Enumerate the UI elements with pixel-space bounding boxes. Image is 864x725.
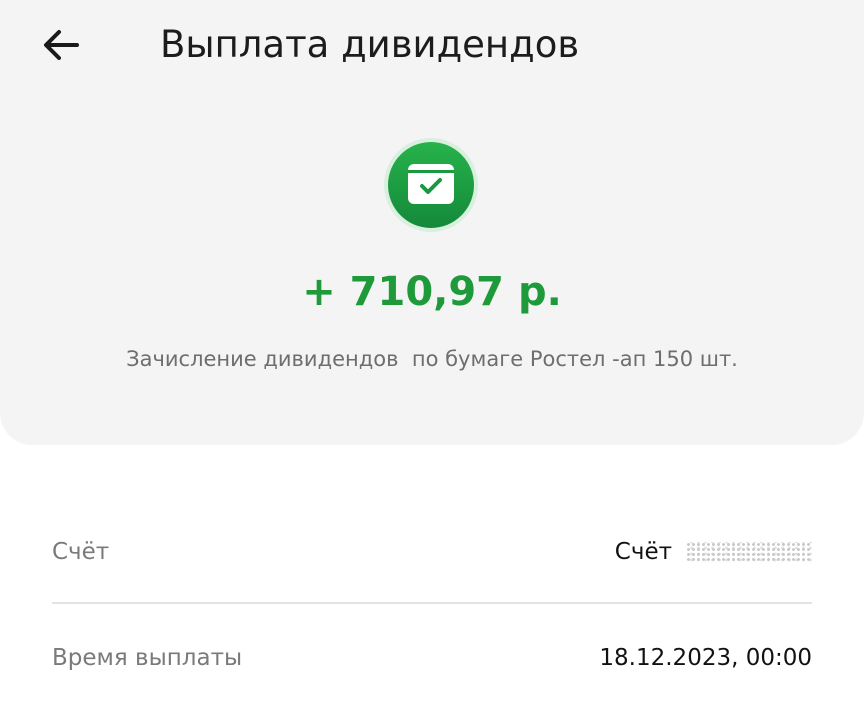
payout-time-label: Время выплаты [52, 645, 243, 671]
operation-summary-card: Выплата дивидендов + 710,97 р. Зачислени… [0, 0, 864, 445]
page-title: Выплата дивидендов [160, 23, 580, 66]
account-value: Счёт [615, 539, 812, 565]
payout-time-row: Время выплаты 18.12.2023, 00:00 [52, 638, 812, 678]
back-button[interactable] [36, 22, 86, 68]
arrow-left-icon [44, 30, 79, 60]
dividend-payout-screen: Выплата дивидендов + 710,97 р. Зачислени… [0, 0, 864, 725]
divider [52, 602, 812, 604]
operation-description: Зачисление дивидендов по бумаге Ростел -… [126, 347, 738, 371]
masked-account-number [686, 542, 812, 562]
account-label: Счёт [52, 539, 110, 565]
account-value-prefix: Счёт [614, 539, 672, 565]
account-row[interactable]: Счёт Счёт [52, 532, 812, 572]
payout-time-value: 18.12.2023, 00:00 [599, 645, 812, 671]
payout-amount: + 710,97 р. [302, 269, 562, 315]
wallet-check-icon [383, 137, 479, 233]
